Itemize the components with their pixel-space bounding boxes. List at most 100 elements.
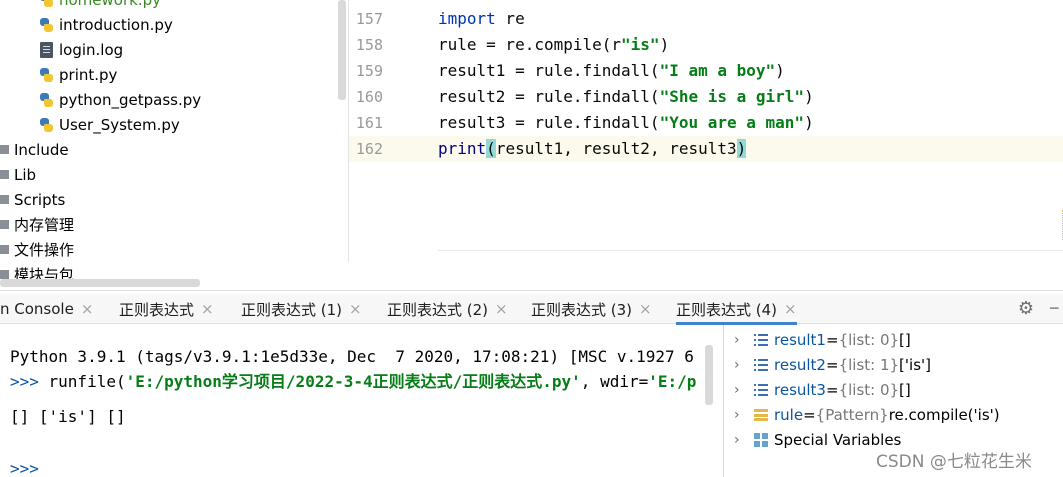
console-tab[interactable]: 正则表达式 (2) × xyxy=(387,294,508,324)
close-icon[interactable]: × xyxy=(349,300,362,318)
line-number: 161 xyxy=(355,114,383,132)
variable-value: [] xyxy=(899,380,911,399)
pattern-icon xyxy=(754,408,768,421)
tree-file[interactable]: python_getpass.py xyxy=(38,87,201,112)
tab-label: 正则表达式 (3) xyxy=(531,300,633,319)
close-icon[interactable]: × xyxy=(81,300,94,318)
console-scrollbar[interactable] xyxy=(705,345,713,405)
chevron-right-icon[interactable]: › xyxy=(734,332,748,348)
close-icon[interactable]: × xyxy=(495,300,508,318)
code-text: import re xyxy=(438,6,525,32)
tree-item-label: Scripts xyxy=(14,190,66,209)
close-icon[interactable]: × xyxy=(201,300,214,318)
console-output: [] ['is'] [] xyxy=(10,407,126,426)
folder-icon xyxy=(0,170,9,179)
gear-icon[interactable]: ⚙ xyxy=(1016,298,1036,318)
variable-row[interactable]: › result1 = {list: 0} [] xyxy=(734,327,911,352)
variable-equals: = xyxy=(825,380,839,399)
tree-file[interactable]: login.log xyxy=(38,37,123,62)
project-tree: homework.py introduction.py login.log print… xyxy=(0,0,347,290)
chevron-right-icon[interactable]: › xyxy=(734,382,748,398)
code-token: "is" xyxy=(621,35,660,54)
chevron-right-icon[interactable]: › xyxy=(734,432,748,448)
code-token: "You are a man" xyxy=(659,113,805,132)
tree-file[interactable]: introduction.py xyxy=(38,12,173,37)
variable-row[interactable]: › result2 = {list: 1} ['is'] xyxy=(734,352,931,377)
close-icon[interactable]: × xyxy=(639,300,652,318)
python-console[interactable]: Python 3.9.1 (tags/v3.9.1:1e5d33e, Dec 7… xyxy=(0,325,723,477)
console-tab[interactable]: 正则表达式 (1) × xyxy=(241,294,362,324)
tree-file[interactable]: User_System.py xyxy=(38,112,180,137)
minus-icon[interactable]: − xyxy=(1049,299,1063,317)
runfile-wdir-path: 'E:/p xyxy=(648,372,697,391)
code-line[interactable]: 161 result3 = rule.findall("You are a man… xyxy=(349,110,1063,136)
code-token: ( xyxy=(486,139,496,158)
tree-item-label: print.py xyxy=(59,65,118,84)
list-icon xyxy=(754,333,768,347)
code-token: ) xyxy=(659,35,670,54)
tree-folder[interactable]: Include xyxy=(0,137,69,162)
variable-row[interactable]: › rule = {Pattern} re.compile('is') xyxy=(734,402,1000,427)
code-token: ) xyxy=(775,61,785,80)
folder-icon xyxy=(0,245,9,254)
variable-type: {Pattern} xyxy=(815,405,889,424)
code-line[interactable]: 157 import re xyxy=(349,6,1063,32)
tree-item-label: 内存管理 xyxy=(14,216,75,234)
tree-folder[interactable]: 内存管理 xyxy=(0,212,74,237)
tab-label: 正则表达式 xyxy=(119,300,195,319)
code-text: result3 = rule.findall("You are a man") xyxy=(438,110,814,136)
console-tab[interactable]: 正则表达式 (4) × xyxy=(676,294,797,325)
folder-icon xyxy=(0,270,9,279)
code-line[interactable]: 158 rule = re.compile(r"is") xyxy=(349,32,1063,58)
code-token: import xyxy=(438,9,496,28)
runfile-call: runfile( xyxy=(48,372,126,391)
tree-file[interactable]: print.py xyxy=(38,62,117,87)
code-token: re xyxy=(495,9,525,28)
console-tab[interactable]: n Console × xyxy=(0,294,93,324)
variable-row[interactable]: › result3 = {list: 0} [] xyxy=(734,377,911,402)
console-tab[interactable]: 正则表达式 (3) × xyxy=(531,294,652,324)
close-icon[interactable]: × xyxy=(784,300,797,318)
tree-folder[interactable]: Scripts xyxy=(0,187,65,212)
special-variables-icon xyxy=(754,432,768,447)
runfile-path: 'E:/python学习项目/2022-3-4正则表达式/正则表达式.py' xyxy=(125,372,581,391)
console-prompt: >>> xyxy=(10,372,49,391)
code-text: result2 = rule.findall("She is a girl") xyxy=(438,84,814,110)
code-token: "She is a girl" xyxy=(659,87,805,106)
tree-folder[interactable]: 文件操作 xyxy=(0,237,74,262)
console-tab[interactable]: 正则表达式 × xyxy=(119,294,214,324)
panel-divider[interactable] xyxy=(0,290,1063,291)
chevron-right-icon[interactable]: › xyxy=(734,407,748,423)
tree-file[interactable]: homework.py xyxy=(38,0,161,12)
code-token: ) xyxy=(804,87,814,106)
variable-name: Special Variables xyxy=(774,430,902,449)
tree-item-label: homework.py xyxy=(59,0,161,9)
tree-horizontal-scrollbar[interactable] xyxy=(0,279,200,287)
code-token: r xyxy=(611,35,622,54)
tree-folder[interactable]: Lib xyxy=(0,162,36,187)
variable-equals: = xyxy=(803,405,816,424)
code-editor[interactable]: 157 import re 158 rule = re.compile(r"is") 1… xyxy=(348,0,1063,262)
code-token: rule = re.compile( xyxy=(438,35,612,54)
console-input-prompt[interactable]: >>> xyxy=(10,456,39,477)
code-token: "I am a boy" xyxy=(659,61,776,80)
tree-scrollbar[interactable] xyxy=(338,0,346,100)
code-token: ) xyxy=(804,113,814,132)
line-number: 162 xyxy=(355,140,383,158)
chevron-right-icon[interactable]: › xyxy=(734,357,748,373)
code-line[interactable]: 160 result2 = rule.findall("She is a girl… xyxy=(349,84,1063,110)
python-file-icon xyxy=(38,117,54,133)
console-tab-bar: n Console × 正则表达式 × 正则表达式 (1) × 正则表达式 (2) × 正则表达… xyxy=(0,294,1063,325)
current-code-line[interactable]: 162 print(result1, result2, result3) xyxy=(349,136,1063,162)
folder-icon xyxy=(0,145,9,154)
tree-item-label: login.log xyxy=(59,40,124,59)
variable-name: result3 xyxy=(774,380,826,399)
code-line[interactable]: 159 result1 = rule.findall("I am a boy") xyxy=(349,58,1063,84)
tree-item-label: introduction.py xyxy=(59,15,173,34)
tab-label: 正则表达式 (1) xyxy=(241,300,343,319)
variable-value: ['is'] xyxy=(899,355,931,374)
watermark: CSDN @七粒花生米 xyxy=(876,452,1032,472)
tree-item-label: Lib xyxy=(14,165,37,184)
line-number: 159 xyxy=(355,62,383,80)
code-token: print xyxy=(438,139,487,158)
